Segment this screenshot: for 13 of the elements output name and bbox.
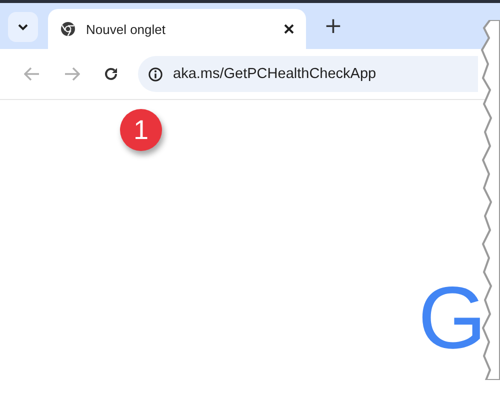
browser-logo-icon <box>60 21 76 37</box>
chevron-down-icon <box>18 24 28 30</box>
new-tab-button[interactable]: + <box>316 14 350 38</box>
browser-tab[interactable]: Nouvel onglet <box>48 9 306 49</box>
info-icon[interactable] <box>148 66 163 82</box>
url-text: aka.ms/GetPCHealthCheckApp <box>173 66 376 82</box>
step-number-badge: 1 <box>120 109 162 151</box>
tab-title: Nouvel onglet <box>86 22 166 36</box>
logo-letter: G <box>418 268 486 367</box>
reload-icon[interactable] <box>104 67 118 81</box>
tab-list-button[interactable] <box>8 12 38 42</box>
address-bar[interactable]: aka.ms/GetPCHealthCheckApp <box>138 56 478 92</box>
close-icon[interactable] <box>284 24 294 34</box>
